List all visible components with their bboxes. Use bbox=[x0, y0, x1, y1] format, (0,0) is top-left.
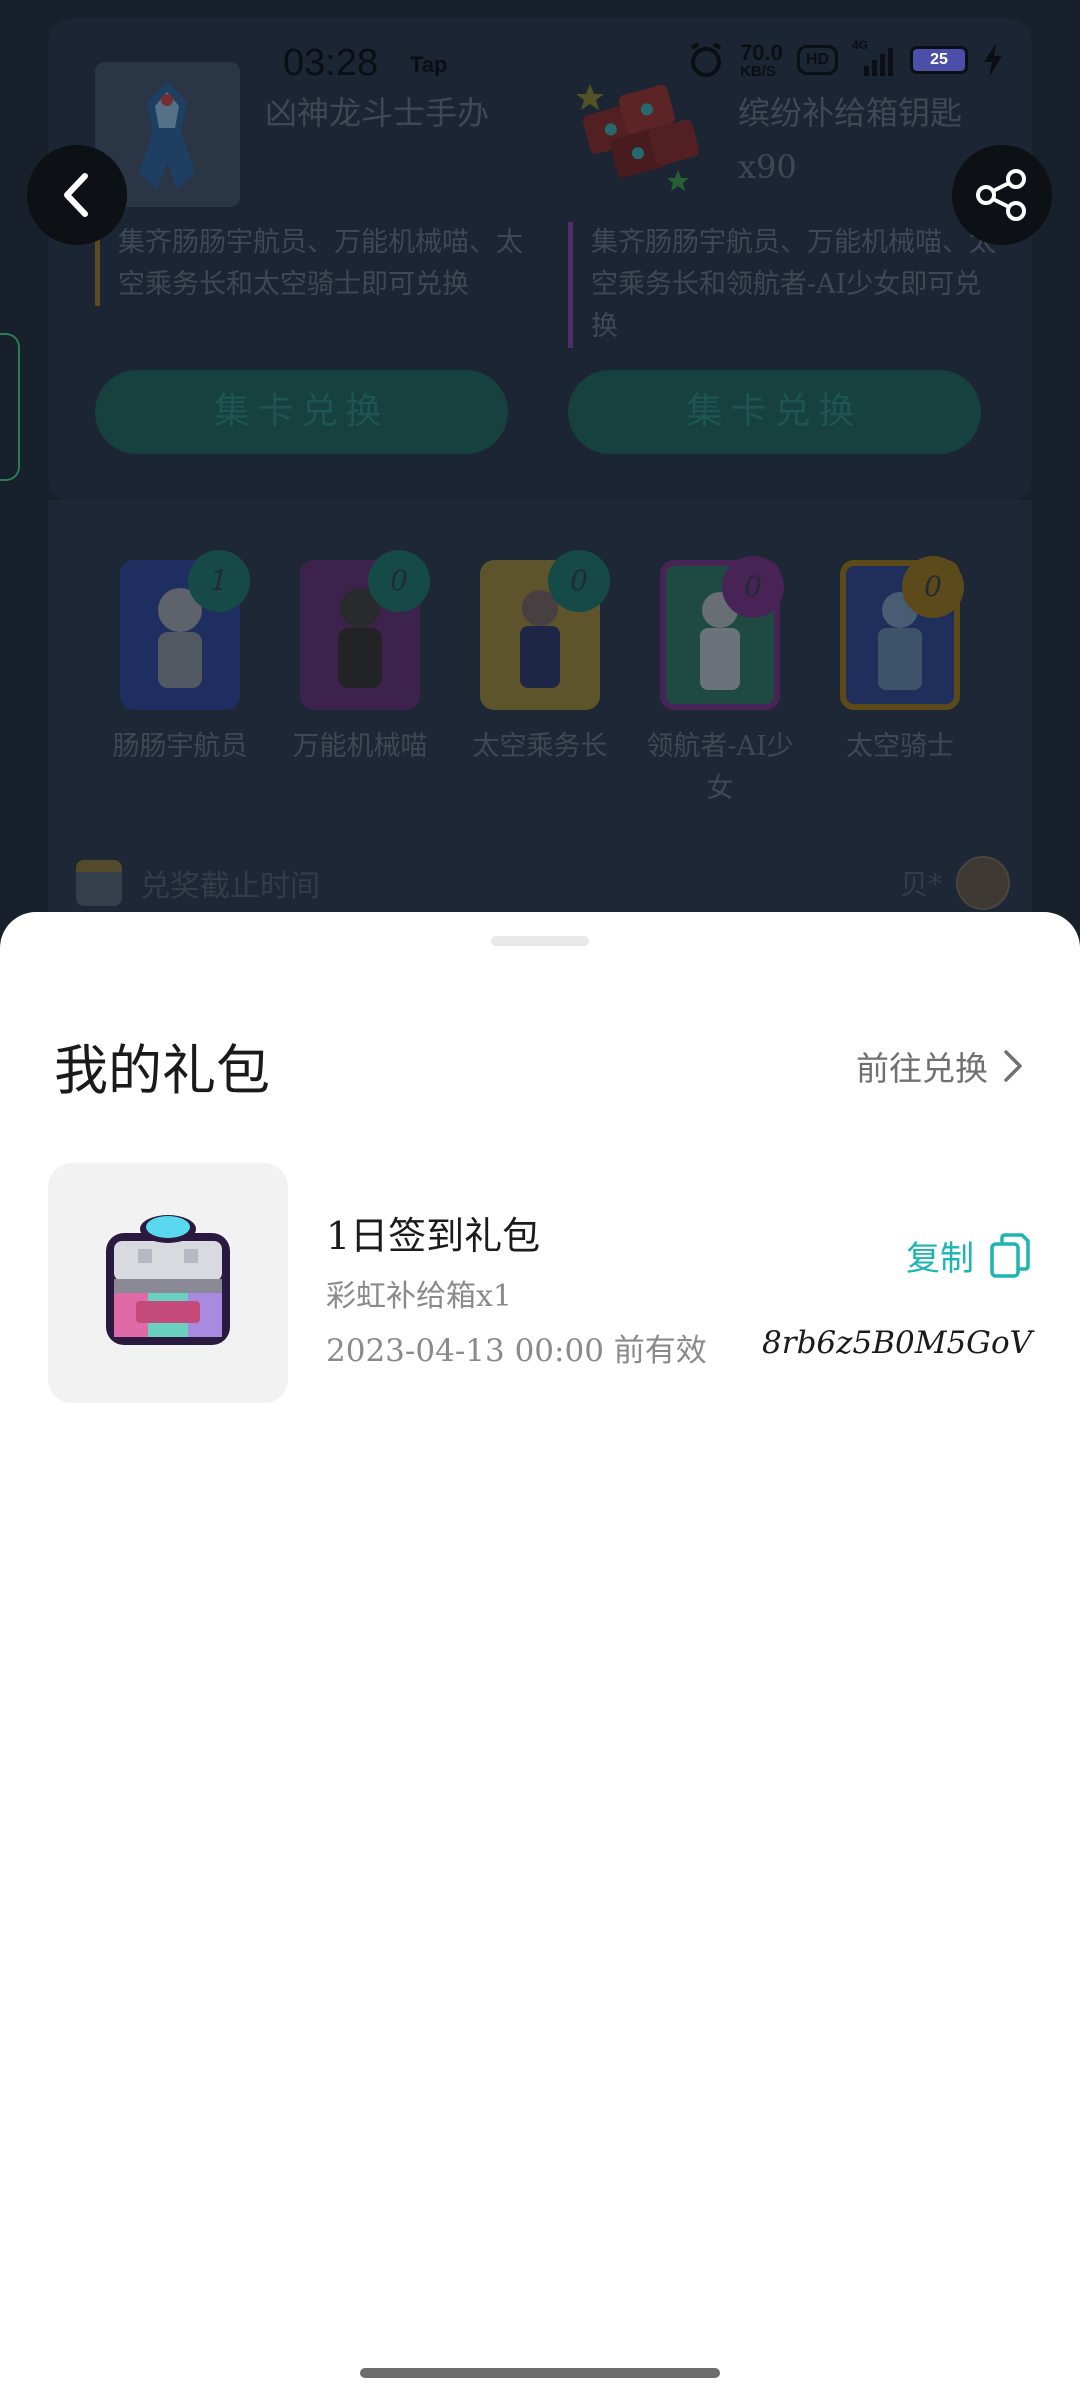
gift-item: 1日签到礼包 彩虹补给箱x1 2023-04-13 00:00 前有效 复制 8… bbox=[48, 1163, 1032, 1403]
my-gifts-sheet: 我的礼包 前往兑换 1日签到礼包 彩虹补给箱x1 2023-04-13 00:0… bbox=[0, 912, 1080, 2400]
status-icons: 70.0 KB/S HD 4G 25 bbox=[686, 38, 1004, 80]
gift-content: 彩虹补给箱x1 bbox=[326, 1279, 513, 1314]
network-speed-value: 70.0 bbox=[740, 39, 783, 65]
supply-box-icon bbox=[106, 1215, 230, 1345]
gift-name: 1日签到礼包 bbox=[326, 1214, 541, 1258]
copy-icon bbox=[990, 1232, 1030, 1278]
gift-image bbox=[48, 1163, 288, 1403]
charging-icon bbox=[984, 43, 1002, 77]
go-redeem-link[interactable]: 前往兑换 bbox=[856, 1042, 1024, 1090]
network-speed-unit: KB/S bbox=[740, 62, 776, 80]
chevron-left-icon bbox=[64, 173, 88, 217]
chevron-right-icon bbox=[1004, 1050, 1022, 1082]
copy-label: 复制 bbox=[906, 1239, 974, 1279]
network-speed: 70.0 KB/S bbox=[740, 39, 783, 80]
network-type-label: 4G bbox=[852, 38, 869, 52]
battery-icon: 25 bbox=[910, 46, 968, 74]
go-redeem-label: 前往兑换 bbox=[856, 1049, 988, 1088]
share-button[interactable] bbox=[952, 145, 1052, 245]
gift-code[interactable]: 8rb6z5B0M5GoV bbox=[762, 1325, 1032, 1361]
gift-expiry: 2023-04-13 00:00 前有效 bbox=[326, 1333, 707, 1369]
share-icon bbox=[976, 169, 1026, 221]
sheet-title: 我的礼包 bbox=[54, 1039, 270, 1102]
drag-handle[interactable] bbox=[491, 936, 589, 946]
back-button[interactable] bbox=[27, 145, 127, 245]
home-indicator[interactable] bbox=[360, 2368, 720, 2378]
alarm-icon bbox=[690, 42, 722, 77]
page: 凶神龙斗士手办 集齐肠肠宇航员、万能机械喵、太空乘务长和太空骑士即可兑换 集卡兑… bbox=[0, 0, 1080, 2400]
signal-icon: 4G bbox=[852, 38, 896, 78]
copy-button[interactable]: 复制 bbox=[906, 1231, 1032, 1280]
battery-level: 25 bbox=[930, 51, 948, 68]
status-time: 03:28 bbox=[283, 42, 379, 84]
status-app-label: Tap bbox=[410, 52, 448, 77]
hd-icon: HD bbox=[796, 45, 838, 75]
status-bar: 03:28 Tap 70.0 KB/S HD 4G 25 bbox=[0, 0, 1080, 130]
